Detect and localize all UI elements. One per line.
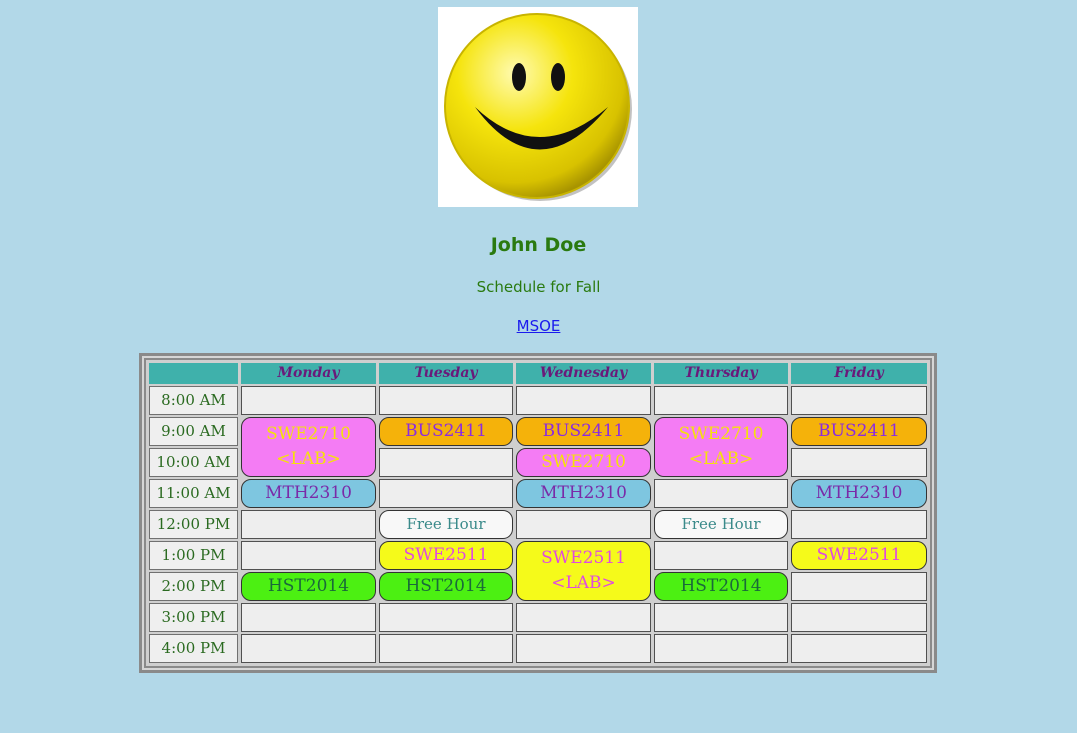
event-wed-swe2511-lab: SWE2511 <LAB> xyxy=(516,541,651,601)
time-label: 3:00 PM xyxy=(149,603,238,632)
empty-cell xyxy=(654,603,788,632)
page-subtitle: Schedule for Fall xyxy=(476,278,601,296)
time-label: 4:00 PM xyxy=(149,634,238,663)
header-friday: Friday xyxy=(791,363,927,384)
empty-cell xyxy=(516,386,651,415)
event-wed-mth2310: MTH2310 xyxy=(516,479,651,508)
event-tue-free-hour: Free Hour xyxy=(379,510,513,539)
event-course: SWE2511 xyxy=(541,548,626,568)
event-thu-swe2710-lab: SWE2710 <LAB> xyxy=(654,417,788,477)
event-type: <LAB> xyxy=(276,449,341,469)
event-wed-bus2411: BUS2411 xyxy=(516,417,651,446)
empty-cell xyxy=(516,603,651,632)
page-title: John Doe xyxy=(490,234,587,256)
event-course: Free Hour xyxy=(681,515,761,533)
event-mon-swe2710-lab: SWE2710 <LAB> xyxy=(241,417,376,477)
time-label: 11:00 AM xyxy=(149,479,238,508)
event-course: Free Hour xyxy=(406,515,486,533)
time-label: 8:00 AM xyxy=(149,386,238,415)
event-course: SWE2710 xyxy=(266,424,351,444)
event-course: HST2014 xyxy=(405,576,487,596)
event-course: HST2014 xyxy=(267,576,350,596)
event-thu-hst2014: HST2014 xyxy=(654,572,788,601)
smiley-face-icon xyxy=(444,13,632,201)
event-course: BUS2411 xyxy=(542,421,625,441)
header-thursday: Thursday xyxy=(654,363,788,384)
event-thu-free-hour: Free Hour xyxy=(654,510,788,539)
empty-cell xyxy=(379,479,513,508)
time-label: 12:00 PM xyxy=(149,510,238,539)
event-course: BUS2411 xyxy=(818,421,900,441)
empty-cell xyxy=(791,386,927,415)
header-tuesday: Tuesday xyxy=(379,363,513,384)
event-fri-mth2310: MTH2310 xyxy=(791,479,927,508)
event-course: BUS2411 xyxy=(405,421,487,441)
header-monday: Monday xyxy=(241,363,376,384)
time-label: 9:00 AM xyxy=(149,417,238,446)
event-tue-bus2411: BUS2411 xyxy=(379,417,513,446)
event-course: SWE2511 xyxy=(816,545,902,565)
empty-cell xyxy=(654,634,788,663)
event-tue-hst2014: HST2014 xyxy=(379,572,513,601)
smiley-logo xyxy=(438,7,638,207)
empty-cell xyxy=(654,479,788,508)
empty-cell xyxy=(379,386,513,415)
empty-cell xyxy=(654,541,788,570)
event-course: MTH2310 xyxy=(815,483,903,503)
empty-cell xyxy=(791,510,927,539)
empty-cell xyxy=(791,603,927,632)
event-fri-bus2411: BUS2411 xyxy=(791,417,927,446)
empty-cell xyxy=(791,572,927,601)
msoe-link[interactable]: MSOE xyxy=(517,317,561,335)
empty-cell xyxy=(379,603,513,632)
empty-cell xyxy=(654,386,788,415)
event-type: <LAB> xyxy=(551,573,616,593)
event-course: SWE2710 xyxy=(541,452,626,472)
empty-cell xyxy=(241,541,376,570)
event-wed-swe2710: SWE2710 xyxy=(516,448,651,477)
empty-cell xyxy=(516,510,651,539)
empty-cell xyxy=(516,634,651,663)
time-label: 1:00 PM xyxy=(149,541,238,570)
header-corner-cell xyxy=(149,363,238,384)
empty-cell xyxy=(241,634,376,663)
time-label: 2:00 PM xyxy=(149,572,238,601)
event-tue-swe2511: SWE2511 xyxy=(379,541,513,570)
event-fri-swe2511: SWE2511 xyxy=(791,541,927,570)
event-mon-hst2014: HST2014 xyxy=(241,572,376,601)
empty-cell xyxy=(791,634,927,663)
event-course: HST2014 xyxy=(680,576,762,596)
empty-cell xyxy=(241,386,376,415)
empty-cell xyxy=(379,634,513,663)
event-mon-mth2310: MTH2310 xyxy=(241,479,376,508)
time-label: 10:00 AM xyxy=(149,448,238,477)
empty-cell xyxy=(379,448,513,477)
empty-cell xyxy=(791,448,927,477)
empty-cell xyxy=(241,603,376,632)
event-type: <LAB> xyxy=(688,449,754,469)
header-wednesday: Wednesday xyxy=(516,363,651,384)
event-course: SWE2710 xyxy=(678,424,764,444)
event-course: MTH2310 xyxy=(265,483,352,503)
empty-cell xyxy=(241,510,376,539)
event-course: SWE2511 xyxy=(403,545,489,565)
event-course: MTH2310 xyxy=(540,483,627,503)
